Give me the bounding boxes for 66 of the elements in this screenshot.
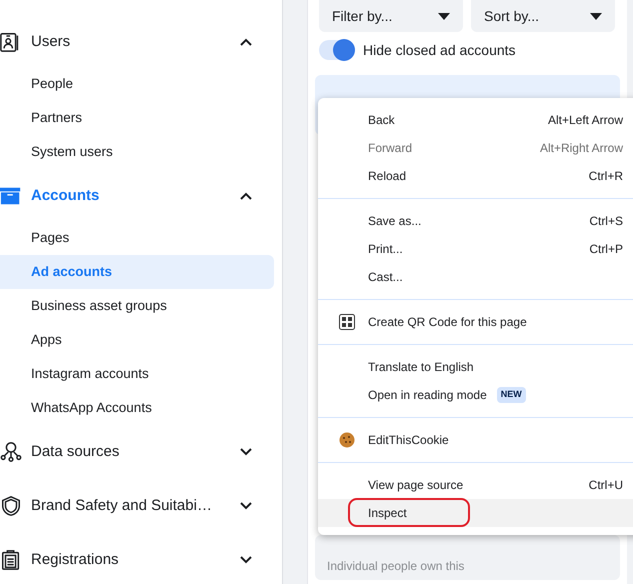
section-label: Accounts <box>31 186 100 206</box>
menu-item[interactable]: Save as... Ctrl+S <box>318 207 633 235</box>
menu-item-label: Print... <box>368 241 403 258</box>
menu-item-label: Save as... <box>368 213 422 230</box>
chevron-down-icon <box>240 502 252 510</box>
sidebar-section-header[interactable]: Brand Safety and Suitabi… <box>0 484 282 528</box>
cookie-icon <box>339 432 355 448</box>
account-owner: Individual people own this <box>327 558 466 575</box>
menu-item-label: Translate to English <box>368 359 474 376</box>
sidebar-section-header[interactable]: Users <box>0 20 282 64</box>
sidebar-section-header[interactable]: Data sources <box>0 430 282 474</box>
shortcut-text: Alt+Right Arrow <box>540 140 623 157</box>
chevron-down-icon <box>240 448 252 456</box>
menu-item-label: View page source <box>368 477 464 494</box>
menu-item-label: EditThisCookie <box>368 432 449 449</box>
section-label: Users <box>31 32 72 52</box>
sidebar-item[interactable]: System users <box>0 135 274 169</box>
menu-item[interactable]: Create QR Code for this page <box>318 308 633 336</box>
menu-item-label: Inspect <box>368 505 407 522</box>
sidebar-item[interactable]: Ad accounts <box>0 255 274 289</box>
section-label: Registrations <box>31 550 120 570</box>
menu-item-label: Open in reading mode <box>368 387 487 404</box>
qr-code-icon <box>339 314 355 330</box>
network-nodes-icon <box>0 441 22 463</box>
section-label: Data sources <box>31 442 120 462</box>
menu-item[interactable]: EditThisCookie <box>318 426 633 454</box>
shortcut-text: Alt+Left Arrow <box>548 112 623 129</box>
toggle-label: Hide closed ad accounts <box>363 40 516 60</box>
sidebar-item[interactable]: Business asset groups <box>0 289 274 323</box>
sidebar-section-header[interactable]: Registrations <box>0 538 282 582</box>
menu-item[interactable]: Back Alt+Left Arrow <box>318 106 633 134</box>
menu-item-label: Reload <box>368 168 406 185</box>
menu-item[interactable]: Open in reading mode NEW <box>318 381 633 409</box>
caret-down-icon <box>438 12 450 20</box>
menu-item[interactable]: View page source Ctrl+U <box>318 471 633 499</box>
new-badge: NEW <box>496 387 526 403</box>
menu-item-label: Forward <box>368 140 412 157</box>
menu-item-label: Create QR Code for this page <box>368 314 527 331</box>
chevron-up-icon <box>240 192 252 200</box>
shortcut-text: Ctrl+P <box>589 241 623 258</box>
caret-down-icon <box>590 12 602 20</box>
menu-item[interactable]: Inspect <box>318 499 633 527</box>
menu-item[interactable]: Translate to English <box>318 353 633 381</box>
shortcut-text: Ctrl+R <box>588 168 623 185</box>
sidebar-item[interactable]: People <box>0 67 274 101</box>
menu-item[interactable]: Cast... <box>318 263 633 291</box>
menu-item-label: Back <box>368 112 395 129</box>
sidebar-item[interactable]: Instagram accounts <box>0 357 274 391</box>
section-label: Brand Safety and Suitabi… <box>31 496 213 516</box>
clipboard-icon <box>0 549 22 571</box>
menu-item[interactable]: Print... Ctrl+P <box>318 235 633 263</box>
sidebar-item[interactable]: Partners <box>0 101 274 135</box>
menu-item[interactable]: Reload Ctrl+R <box>318 162 633 190</box>
toggle-switch[interactable] <box>319 40 355 60</box>
shortcut-text: Ctrl+S <box>589 213 623 230</box>
dropdown[interactable]: Sort by... <box>471 0 615 32</box>
dropdown[interactable]: Filter by... <box>319 0 463 32</box>
sidebar-item[interactable]: Pages <box>0 221 274 255</box>
chevron-up-icon <box>240 38 252 46</box>
sidebar-item[interactable]: Apps <box>0 323 274 357</box>
shield-icon <box>0 495 22 517</box>
sidebar-item[interactable]: WhatsApp Accounts <box>0 391 274 425</box>
chevron-down-icon <box>240 556 252 564</box>
menu-item-label: Cast... <box>368 269 403 286</box>
shortcut-text: Ctrl+U <box>588 477 623 494</box>
sidebar-section-header[interactable]: Accounts <box>0 174 282 218</box>
